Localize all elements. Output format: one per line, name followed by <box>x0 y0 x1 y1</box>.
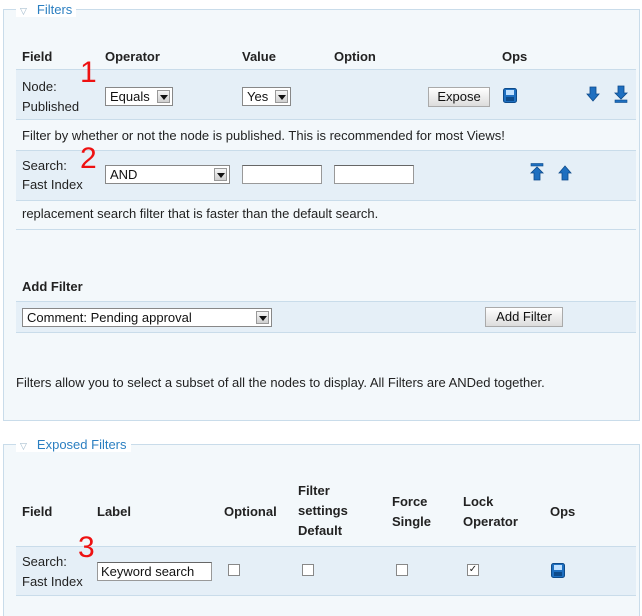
exposed-header-optional: Optional <box>224 504 277 519</box>
header-operator: Operator <box>105 49 160 64</box>
row1-operator-select[interactable]: Equals <box>105 87 173 106</box>
collapse-triangle-icon[interactable]: ▽ <box>20 441 27 451</box>
exposed-label-input[interactable]: Keyword search <box>97 562 212 581</box>
add-filter-select[interactable]: Comment: Pending approval <box>22 308 272 327</box>
exposed-header-lock-line2: Operator <box>463 514 518 529</box>
row1-value-value: Yes <box>247 89 269 104</box>
exposed-header-force-line1: Force <box>392 494 428 509</box>
dropdown-arrow-icon <box>157 90 170 103</box>
exposed-header-filter-line2: settings <box>298 503 348 518</box>
row1-operator-value: Equals <box>110 89 150 104</box>
exposed-header-label: Label <box>97 504 131 519</box>
exposed-header-filter-line1: Filter <box>298 483 330 498</box>
optional-checkbox[interactable] <box>228 564 240 576</box>
filters-legend[interactable]: ▽ Filters <box>16 2 77 17</box>
row2-value-input[interactable] <box>242 165 322 184</box>
exposed-filters-legend[interactable]: ▽ Exposed Filters <box>16 437 131 452</box>
header-option: Option <box>334 49 376 64</box>
move-to-bottom-icon[interactable] <box>614 85 628 103</box>
exposed-row-field-line1: Search: <box>22 554 67 569</box>
filters-help-text: Filters allow you to select a subset of … <box>16 375 545 390</box>
row1-field-line1: Node: <box>22 79 57 94</box>
exposed-header-lock-line1: Lock <box>463 494 494 509</box>
row2-description: replacement search filter that is faster… <box>22 206 379 221</box>
annotation-1: 1 <box>80 56 97 89</box>
row2-operator-value: AND <box>110 167 138 182</box>
exposed-header-filter-line3: Default <box>298 523 343 538</box>
filters-legend-label[interactable]: Filters <box>37 2 72 17</box>
filter-default-checkbox[interactable] <box>302 564 314 576</box>
row2-option-input[interactable] <box>334 165 414 184</box>
annotation-3: 3 <box>78 531 95 564</box>
add-filter-selected: Comment: Pending approval <box>27 310 192 325</box>
dropdown-arrow-icon <box>275 90 288 103</box>
exposed-row-field-line2: Fast Index <box>22 574 83 589</box>
dropdown-arrow-icon <box>256 311 269 324</box>
header-value: Value <box>242 49 276 64</box>
header-ops: Ops <box>502 49 528 64</box>
add-filter-heading: Add Filter <box>22 279 83 294</box>
exposed-header-ops: Ops <box>550 504 576 519</box>
annotation-2: 2 <box>80 142 97 175</box>
row1-description: Filter by whether or not the node is pub… <box>22 128 505 143</box>
force-single-checkbox[interactable] <box>396 564 408 576</box>
row2-operator-select[interactable]: AND <box>105 165 230 184</box>
row2-field-line1: Search: <box>22 158 67 173</box>
exposed-header-field: Field <box>22 504 53 519</box>
header-field: Field <box>22 49 53 64</box>
row1-value-select[interactable]: Yes <box>242 87 291 106</box>
exposed-filters-legend-label[interactable]: Exposed Filters <box>37 437 127 452</box>
filters-table-bottom-border <box>16 229 636 230</box>
add-filter-button[interactable]: Add Filter <box>485 307 563 327</box>
move-down-icon[interactable] <box>586 86 600 102</box>
row1-field-line2: Published <box>22 99 80 114</box>
row2-field-line2: Fast Index <box>22 177 83 192</box>
move-up-icon[interactable] <box>558 165 572 181</box>
save-icon[interactable] <box>551 563 565 578</box>
lock-operator-checkbox[interactable]: ✓ <box>467 564 479 576</box>
save-icon[interactable] <box>503 88 517 103</box>
dropdown-arrow-icon <box>214 168 227 181</box>
exposed-header-force-line2: Single <box>392 514 432 529</box>
move-to-top-icon[interactable] <box>530 163 544 181</box>
expose-button[interactable]: Expose <box>428 87 490 107</box>
collapse-triangle-icon[interactable]: ▽ <box>20 6 27 16</box>
